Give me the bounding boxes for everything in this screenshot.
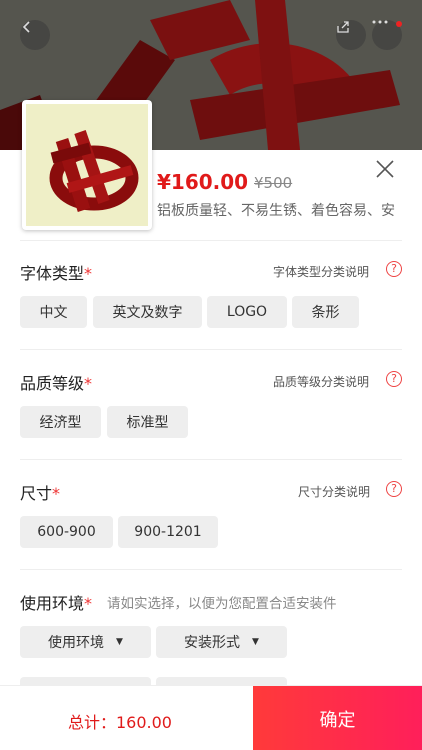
help-icon[interactable]: ? (386, 371, 402, 387)
install-type-select-label: 安装形式 (184, 635, 241, 651)
size-title: 尺寸* (20, 484, 61, 503)
option-size-900-1201[interactable]: 900-1201 (118, 516, 218, 548)
install-type-select[interactable]: 安装形式 ▼ (156, 626, 287, 658)
option-bar[interactable]: 条形 (292, 296, 359, 328)
product-thumbnail (22, 100, 152, 230)
help-icon[interactable]: ? (386, 261, 402, 277)
close-icon[interactable] (372, 156, 398, 182)
back-button[interactable] (20, 20, 50, 50)
option-english-digits[interactable]: 英文及数字 (93, 296, 202, 328)
help-icon[interactable]: ? (386, 481, 402, 497)
option-size-600-900[interactable]: 600-900 (20, 516, 113, 548)
quality-hint[interactable]: 品质等级分类说明 (273, 373, 369, 390)
option-chinese[interactable]: 中文 (20, 296, 87, 328)
extra-select-partial (20, 677, 151, 685)
option-economy[interactable]: 经济型 (20, 406, 101, 438)
more-button[interactable] (372, 20, 402, 50)
original-price: ¥500 (254, 174, 293, 192)
product-description: 铝板质量轻、不易生锈、着色容易、安 (157, 203, 395, 219)
divider (20, 569, 402, 570)
environment-select[interactable]: 使用环境 ▼ (20, 626, 151, 658)
confirm-button[interactable]: 确定 (253, 686, 422, 750)
size-hint[interactable]: 尺寸分类说明 (298, 483, 370, 500)
environment-hint: 请如实选择，以便为您配置合适安装件 (107, 596, 337, 612)
total-price: 总计：160.00 (68, 713, 172, 732)
more-icon (372, 20, 388, 24)
environment-title: 使用环境* (20, 594, 93, 613)
dropdown-arrow-icon: ▼ (252, 637, 259, 647)
divider (20, 349, 402, 350)
dropdown-arrow-icon: ▼ (116, 637, 123, 647)
back-icon (22, 21, 30, 33)
divider (20, 240, 402, 241)
share-icon (337, 21, 349, 33)
font-type-title: 字体类型* (20, 264, 93, 283)
bottom-bar: 总计：160.00 确定 (0, 685, 422, 750)
share-button[interactable] (336, 20, 366, 50)
divider (20, 459, 402, 460)
product-image (49, 130, 139, 212)
option-logo[interactable]: LOGO (207, 296, 287, 328)
quality-title: 品质等级* (20, 374, 93, 393)
extra-select-partial (156, 677, 287, 685)
font-type-hint[interactable]: 字体类型分类说明 (273, 263, 369, 280)
environment-select-label: 使用环境 (48, 635, 105, 651)
option-standard[interactable]: 标准型 (107, 406, 188, 438)
current-price: ¥160.00 (157, 170, 249, 194)
notification-dot (396, 21, 402, 27)
